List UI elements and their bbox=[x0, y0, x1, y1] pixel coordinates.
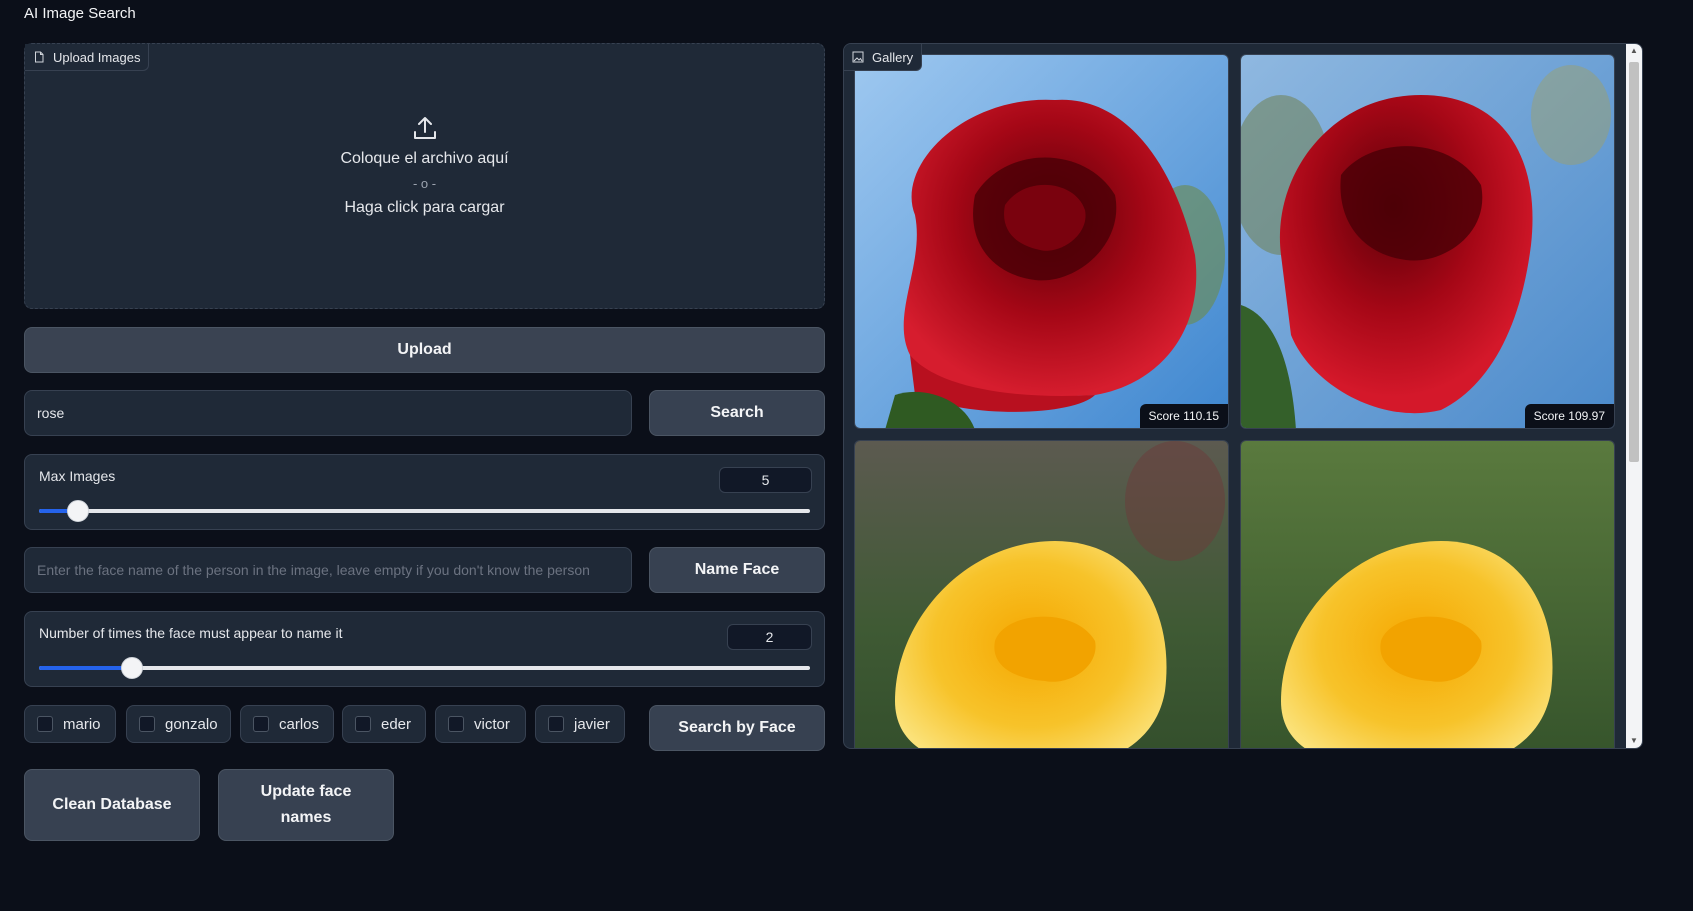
gallery-thumbnail[interactable]: Score 109.97 bbox=[1240, 54, 1615, 429]
gallery-block-label: Gallery bbox=[844, 44, 923, 71]
checkbox-label: mario bbox=[63, 715, 101, 733]
drop-file-text: Coloque el archivo aquí bbox=[340, 150, 509, 167]
update-face-names-button[interactable]: Update face names bbox=[218, 769, 394, 841]
red-rose-image bbox=[855, 55, 1228, 428]
upload-button[interactable]: Upload bbox=[24, 327, 825, 373]
gallery-label-text: Gallery bbox=[872, 49, 914, 65]
face-count-slider-thumb[interactable] bbox=[120, 657, 143, 679]
face-checkbox-eder[interactable]: eder bbox=[342, 705, 426, 743]
gallery-thumbnail[interactable] bbox=[854, 440, 1229, 748]
checkbox-square[interactable] bbox=[253, 716, 269, 732]
checkbox-label: carlos bbox=[279, 715, 320, 733]
max-images-number-input[interactable]: 5 bbox=[719, 467, 812, 493]
scrollbar-thumb[interactable] bbox=[1629, 62, 1639, 462]
drop-or-text: - o - bbox=[412, 176, 437, 191]
face-checkbox-javier[interactable]: javier bbox=[535, 705, 625, 743]
upload-label-text: Upload Images bbox=[53, 49, 141, 65]
app-title: AI Image Search bbox=[24, 5, 136, 22]
checkbox-label: victor bbox=[474, 715, 510, 733]
upload-dropzone[interactable]: Upload Images Coloque el archivo aquí - … bbox=[24, 43, 825, 309]
gallery-thumbnail[interactable]: Score 110.15 bbox=[854, 54, 1229, 429]
search-button[interactable]: Search bbox=[649, 390, 825, 436]
checkbox-square[interactable] bbox=[548, 716, 564, 732]
search-input[interactable]: rose bbox=[24, 390, 632, 436]
image-icon bbox=[852, 51, 864, 63]
checkbox-square[interactable] bbox=[448, 716, 464, 732]
face-count-number-input[interactable]: 2 bbox=[727, 624, 812, 650]
checkbox-label: gonzalo bbox=[165, 715, 218, 733]
max-images-slider[interactable] bbox=[39, 500, 810, 522]
max-images-label: Max Images bbox=[39, 468, 116, 484]
gallery-thumbnail[interactable] bbox=[1240, 440, 1615, 748]
checkbox-square[interactable] bbox=[355, 716, 371, 732]
click-to-upload-text: Haga click para cargar bbox=[344, 199, 505, 216]
face-count-slider[interactable] bbox=[39, 657, 810, 679]
checkbox-label: javier bbox=[574, 715, 610, 733]
name-face-button[interactable]: Name Face bbox=[649, 547, 825, 593]
gallery-panel: Gallery Score 110.15 Score 109.97 ▲ ▼ bbox=[843, 43, 1643, 749]
score-caption: Score 109.97 bbox=[1524, 404, 1614, 428]
upload-arrow-icon bbox=[411, 114, 439, 142]
checkbox-square[interactable] bbox=[37, 716, 53, 732]
face-checkbox-victor[interactable]: victor bbox=[435, 705, 526, 743]
face-count-slider-fill bbox=[39, 666, 132, 670]
clean-database-button[interactable]: Clean Database bbox=[24, 769, 200, 841]
upload-block-label: Upload Images bbox=[25, 44, 150, 71]
face-count-label: Number of times the face must appear to … bbox=[39, 625, 343, 641]
red-rose-image bbox=[1241, 55, 1614, 428]
face-checkbox-gonzalo[interactable]: gonzalo bbox=[126, 705, 231, 743]
checkbox-square[interactable] bbox=[139, 716, 155, 732]
face-name-input[interactable]: Enter the face name of the person in the… bbox=[24, 547, 632, 593]
face-checkbox-mario[interactable]: mario bbox=[24, 705, 116, 743]
scroll-down-arrow-icon[interactable]: ▼ bbox=[1626, 734, 1642, 748]
yellow-rose-image bbox=[855, 441, 1228, 748]
face-count-slider-block: Number of times the face must appear to … bbox=[24, 611, 825, 687]
yellow-rose-image bbox=[1241, 441, 1614, 748]
score-caption: Score 110.15 bbox=[1139, 404, 1228, 428]
checkbox-label: eder bbox=[381, 715, 412, 733]
search-by-face-button[interactable]: Search by Face bbox=[649, 705, 825, 751]
max-images-slider-thumb[interactable] bbox=[66, 500, 89, 522]
face-checkbox-carlos[interactable]: carlos bbox=[240, 705, 334, 743]
file-icon bbox=[33, 51, 45, 63]
drop-zone-content: Coloque el archivo aquí - o - Haga click… bbox=[25, 114, 824, 217]
scroll-up-arrow-icon[interactable]: ▲ bbox=[1626, 44, 1642, 58]
gallery-scrollbar[interactable]: ▲ ▼ bbox=[1626, 44, 1642, 748]
max-images-slider-block: Max Images 5 bbox=[24, 454, 825, 530]
